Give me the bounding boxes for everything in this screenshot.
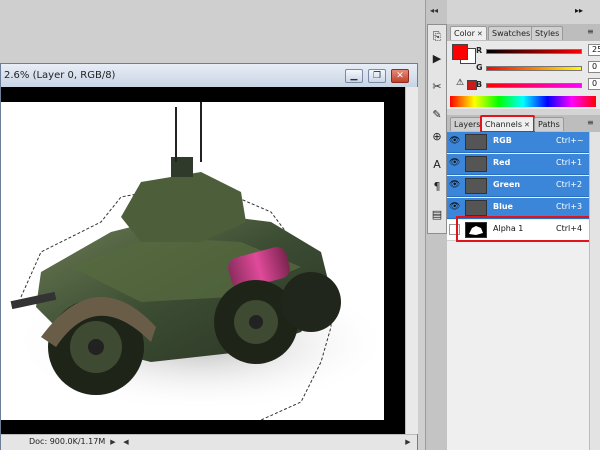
restore-button[interactable]: ❐ xyxy=(368,69,386,83)
channels-scrollbar[interactable] xyxy=(589,132,600,450)
channel-shortcut: Ctrl+~ xyxy=(556,136,584,145)
red-slider-label: R xyxy=(476,46,483,55)
tool-presets-icon[interactable]: ✂ xyxy=(430,79,444,95)
document-area: 2.6% (Layer 0, RGB/8) ▁ ❐ ✕ Doc: 900.0K/… xyxy=(0,0,425,450)
channel-name: Blue xyxy=(493,202,513,211)
green-slider-label: G xyxy=(476,63,483,72)
channel-row-rgb[interactable]: 👁 RGB Ctrl+~ xyxy=(447,132,589,153)
collapse-panels-icon[interactable]: ▸▸ xyxy=(575,6,583,15)
character-icon[interactable]: A xyxy=(430,157,444,173)
clone-source-icon[interactable]: ⊕ xyxy=(430,129,444,145)
channel-thumbnail xyxy=(465,134,487,150)
panel-menu-icon[interactable]: ≡ xyxy=(587,27,594,36)
channels-panel-tabs: Layers Channels ✕ Paths ≡ xyxy=(447,115,600,133)
tab-color-label: Color xyxy=(454,29,475,38)
alpha-channel-highlight xyxy=(456,216,591,242)
panel-dock-strip: ◂◂ ⎘ ▶ ✂ ✎ ⊕ A ¶ ▤ xyxy=(425,0,448,450)
channel-row-green[interactable]: 👁 Green Ctrl+2 xyxy=(447,176,589,197)
status-bar: Doc: 900.0K/1.17M ▶ ◀ ▶ xyxy=(1,434,417,450)
paragraph-icon[interactable]: ¶ xyxy=(430,179,444,195)
red-value-field[interactable]: 255 xyxy=(588,44,600,56)
document-size-status: Doc: 900.0K/1.17M xyxy=(29,437,106,446)
color-spectrum-bar[interactable] xyxy=(450,96,596,107)
foreground-color-swatch[interactable] xyxy=(452,44,468,60)
channel-name: Green xyxy=(493,180,521,189)
scroll-right-arrow-icon[interactable]: ▶ xyxy=(403,437,413,447)
dock-icon-group: ⎘ ▶ ✂ ✎ ⊕ A ¶ ▤ xyxy=(427,24,447,234)
green-value-field[interactable]: 0 xyxy=(588,61,600,73)
channel-row-red[interactable]: 👁 Red Ctrl+1 xyxy=(447,154,589,175)
scroll-left-arrow-icon[interactable]: ◀ xyxy=(121,437,131,447)
tab-swatches-label: Swatches xyxy=(492,29,531,38)
blue-value-field[interactable]: 0 xyxy=(588,78,600,90)
document-canvas[interactable] xyxy=(1,87,405,434)
visibility-eye-icon[interactable]: 👁 xyxy=(449,202,460,213)
dock-grip-icon[interactable]: ◂◂ xyxy=(430,6,438,15)
document-title: 2.6% (Layer 0, RGB/8) xyxy=(4,70,116,81)
visibility-eye-icon[interactable]: 👁 xyxy=(449,136,460,147)
minimize-button[interactable]: ▁ xyxy=(345,69,363,83)
close-tab-icon[interactable]: ✕ xyxy=(524,121,530,129)
close-window-button[interactable]: ✕ xyxy=(391,69,409,83)
color-panel-tabs: Color ✕ Swatches Styles ≡ xyxy=(447,24,600,42)
close-tab-icon[interactable]: ✕ xyxy=(477,30,483,38)
tab-color[interactable]: Color ✕ xyxy=(450,26,487,40)
channel-name: RGB xyxy=(493,136,512,145)
tab-swatches[interactable]: Swatches xyxy=(488,26,535,40)
visibility-eye-icon[interactable]: 👁 xyxy=(449,180,460,191)
tab-styles-label: Styles xyxy=(535,29,560,38)
tab-paths[interactable]: Paths xyxy=(534,117,564,131)
document-window: 2.6% (Layer 0, RGB/8) ▁ ❐ ✕ Doc: 900.0K/… xyxy=(0,63,418,450)
actions-icon[interactable]: ▶ xyxy=(430,51,444,67)
gamut-color-swatch[interactable] xyxy=(467,80,477,90)
document-titlebar[interactable]: 2.6% (Layer 0, RGB/8) ▁ ❐ ✕ xyxy=(1,64,417,88)
blue-slider[interactable] xyxy=(486,83,582,88)
channel-thumbnail xyxy=(465,156,487,172)
tab-channels-label: Channels xyxy=(485,120,523,129)
tab-layers-label: Layers xyxy=(454,120,481,129)
red-slider[interactable] xyxy=(486,49,582,54)
channels-panel: 👁 RGB Ctrl+~ 👁 Red Ctrl+1 👁 Green Ctrl+2… xyxy=(447,132,600,450)
tab-paths-label: Paths xyxy=(538,120,560,129)
brushes-icon[interactable]: ✎ xyxy=(430,107,444,123)
gamut-warning-icon[interactable]: ⚠ xyxy=(456,78,464,88)
channel-shortcut: Ctrl+3 xyxy=(556,202,583,211)
tab-styles[interactable]: Styles xyxy=(531,26,564,40)
channel-shortcut: Ctrl+1 xyxy=(556,158,583,167)
channel-name: Red xyxy=(493,158,511,167)
history-icon[interactable]: ⎘ xyxy=(430,29,444,45)
visibility-eye-icon[interactable]: 👁 xyxy=(449,158,460,169)
channel-shortcut: Ctrl+2 xyxy=(556,180,583,189)
armored-car-image xyxy=(10,102,384,420)
layer-comps-icon[interactable]: ▤ xyxy=(430,207,444,223)
channel-thumbnail xyxy=(465,178,487,194)
channel-thumbnail xyxy=(465,200,487,216)
green-slider[interactable] xyxy=(486,66,582,71)
panel-menu-icon[interactable]: ≡ xyxy=(587,118,594,127)
tab-channels[interactable]: Channels ✕ xyxy=(480,115,535,133)
canvas-image xyxy=(1,102,384,420)
status-menu-arrow-icon[interactable]: ▶ xyxy=(108,437,118,447)
right-panel-dock: ▸▸ Color✕ Swatches Styles ≡ R 255 G 0 B … xyxy=(447,0,600,450)
vertical-scrollbar[interactable] xyxy=(405,87,418,434)
